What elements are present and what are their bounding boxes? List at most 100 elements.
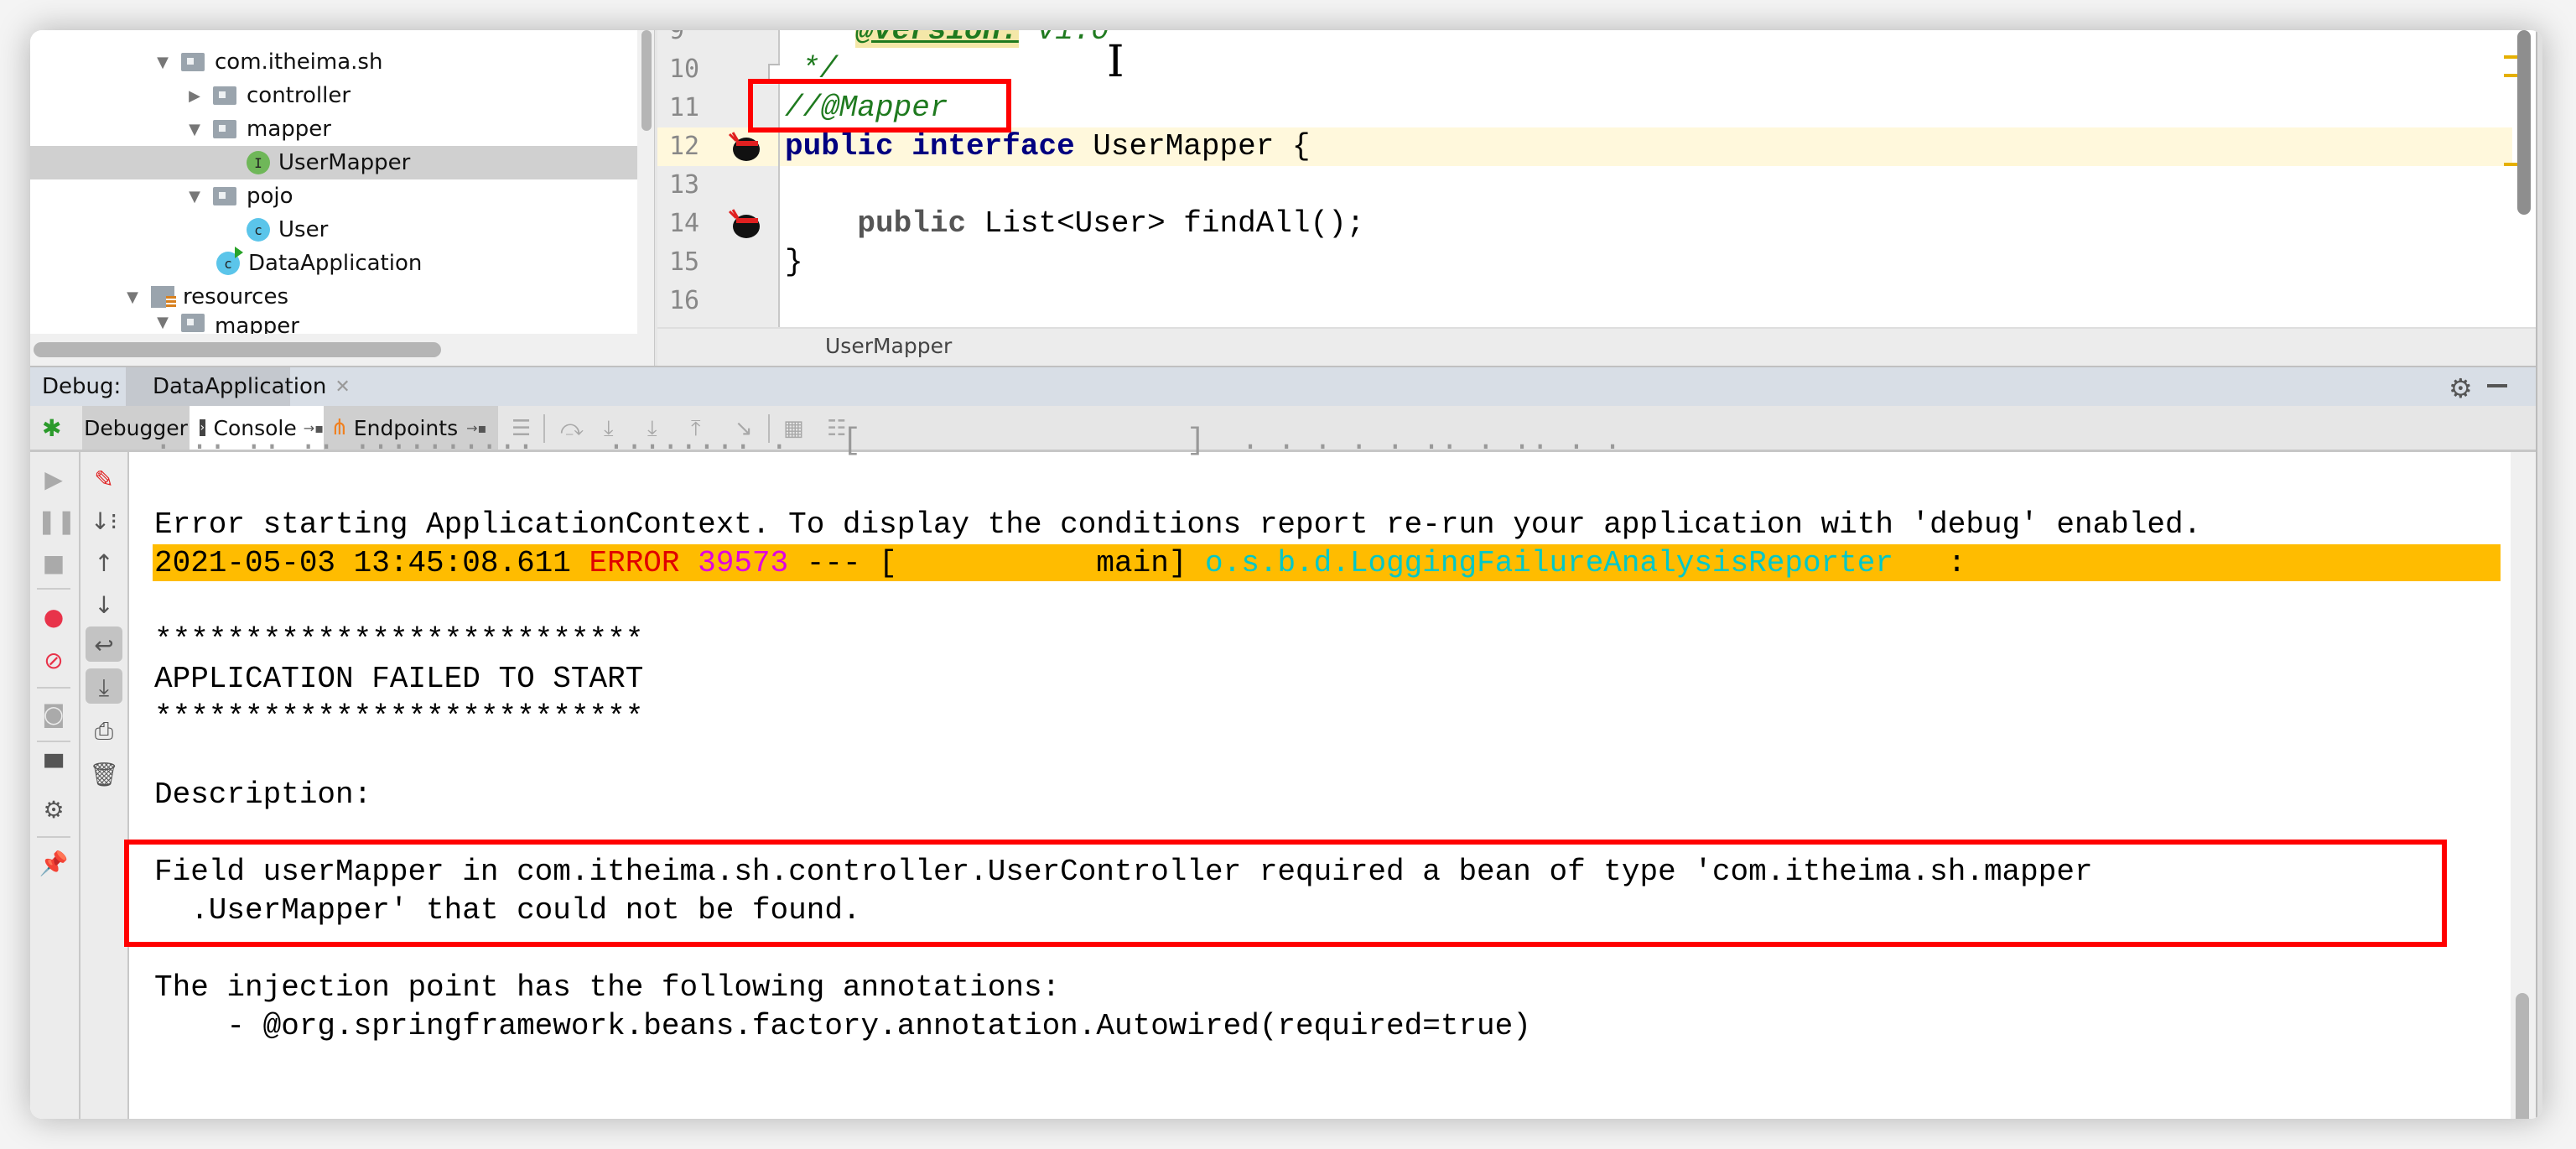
expand-arrow-icon[interactable]: ▼ [124,289,141,306]
javadoc-text: v1.0 [1018,30,1109,48]
thread-name: --- [ main] [788,546,1206,580]
logger-name[interactable]: o.s.b.d.LoggingFailureAnalysisReporter [1205,546,1893,580]
line-number: 15 [669,247,700,277]
right-tool-stripe [2536,30,2542,1119]
minimize-icon[interactable] [2487,384,2507,387]
bug-icon: ✱ [42,414,62,442]
class-icon: c [247,218,270,242]
scrollbar-thumb[interactable] [641,30,652,131]
layout-icon[interactable]: ▀ [37,754,70,782]
tree-item-label: mapper [215,314,299,334]
line-number: 16 [669,286,700,315]
annotation-highlight-box [748,79,1011,133]
tree-item-label: pojo [247,184,293,209]
console-line: *************************** [154,700,644,735]
scrollbar-thumb[interactable] [2516,993,2529,1119]
tree-item-label: controller [247,83,351,108]
debug-label: Debug: [42,374,122,399]
code-line: } [785,245,803,279]
collapse-arrow-icon[interactable]: ▶ [186,87,203,105]
log-level: ERROR [589,546,680,580]
print-icon[interactable]: ⎙ [87,717,121,746]
breadcrumb: UserMapper [657,327,2536,367]
timestamp: 2021-05-03 13:45:08.611 [154,546,589,580]
expand-arrow-icon[interactable]: ▼ [154,314,171,331]
view-breakpoints-icon[interactable]: ● [37,603,70,631]
mute-breakpoints-icon[interactable]: ⊘ [37,647,70,674]
tree-item-label: User [278,217,329,242]
expand-arrow-icon[interactable]: ▼ [154,54,171,71]
package-folder-icon [181,53,205,71]
debug-tool-window-header: Debug: DataApplication ✕ ⚙ [30,366,2542,408]
scrollbar-thumb[interactable] [34,342,441,357]
tree-item-label: mapper [247,117,331,142]
console-line: - @org.springframework.beans.factory.ann… [154,1009,1531,1043]
down-arrow-icon[interactable]: ↓ [87,591,121,619]
editor-vertical-scrollbar[interactable] [2512,30,2531,327]
settings-icon[interactable]: ⚙ [37,796,70,824]
tree-item-label: DataApplication [248,251,423,276]
scrollbar-thumb[interactable] [2517,30,2531,215]
resources-folder-icon [151,286,176,308]
error-highlight-box [124,840,2447,947]
debug-actions-column: ▶ ❚❚ ■ ● ⊘ ◙ ▀ ⚙ 📌 [30,452,80,1119]
code-editor[interactable]: @version: v1.0 */ //@Mapper public inter… [748,30,2512,327]
separator [37,836,70,838]
tree-vertical-scrollbar[interactable] [637,30,654,334]
console-actions-column: ✎ ↓⁝ ↑ ↓ ↩ ⤓ ⎙ 🗑 [80,452,129,1119]
keyword: public [785,129,894,164]
interface-icon: I [247,151,270,174]
console-line: Error starting ApplicationContext. To di… [154,507,2202,542]
pause-icon[interactable]: ❚❚ [37,507,76,535]
console-line-clipped: . .. .. .. .......... ........ . [ ] . .… [154,424,1622,458]
pin-icon[interactable]: 📌 [37,850,70,877]
line-number: 13 [669,170,700,200]
trash-icon[interactable]: 🗑 [87,761,121,788]
expand-arrow-icon[interactable]: ▼ [186,188,203,205]
close-icon[interactable]: ✕ [335,377,350,398]
tree-item-label: UserMapper [278,150,411,175]
ide-window: ▼ com.itheima.sh ▶ controller ▼ mapper I… [30,30,2542,1119]
keyword: interface [911,129,1075,164]
editor-gutter: 9 10 11 12 13 14 15 16 [657,30,783,327]
project-tree: ▼ com.itheima.sh ▶ controller ▼ mapper I… [30,30,854,334]
mybatis-navigate-icon[interactable] [728,208,763,240]
debug-session-tab[interactable]: DataApplication ✕ [126,367,351,406]
package-folder-icon [181,314,205,332]
soft-wrap-icon: ↩ [94,632,114,659]
tree-item-resources[interactable]: ▼ resources [30,280,731,314]
clear-highlight-icon[interactable]: ✎ [87,465,121,493]
session-name: DataApplication [153,374,327,399]
tree-item-label: com.itheima.sh [215,49,383,75]
stop-icon[interactable]: ■ [37,549,70,577]
breadcrumb-item[interactable]: UserMapper [825,334,952,358]
spring-boot-class-icon: c [216,247,243,275]
up-arrow-icon[interactable]: ↑ [87,549,121,577]
console-line: Description: [154,777,372,812]
tree-horizontal-scrollbar[interactable] [30,334,654,366]
console-error-line: 2021-05-03 13:45:08.611 ERROR 39573 --- … [154,546,1966,580]
line-number: 9 [669,30,685,45]
resume-icon[interactable]: ▶ [37,465,70,493]
camera-icon[interactable]: ◙ [37,700,70,728]
code-text: UserMapper { [1074,129,1311,164]
tree-item-label: resources [183,284,289,309]
gear-icon[interactable]: ⚙ [2449,372,2473,404]
console-line: APPLICATION FAILED TO START [154,662,644,696]
package-folder-icon [213,187,236,205]
mybatis-navigate-icon[interactable] [728,131,763,163]
console-line: *************************** [154,623,644,658]
separator-text: : [1893,546,1966,580]
code-text: List<User> findAll(); [966,206,1365,241]
package-folder-icon [213,86,236,105]
separator [37,588,70,590]
text-cursor-icon: I [1107,37,1124,87]
separator [37,687,70,689]
console-vertical-scrollbar[interactable] [2511,452,2536,1119]
sort-icon[interactable]: ↓⁝ [87,507,121,535]
console-output[interactable]: . .. .. .. .......... ........ . [ ] . .… [124,424,2507,1119]
expand-arrow-icon[interactable]: ▼ [186,121,203,138]
separator [37,741,70,742]
console-line: The injection point has the following an… [154,970,1061,1005]
package-folder-icon [213,120,236,138]
